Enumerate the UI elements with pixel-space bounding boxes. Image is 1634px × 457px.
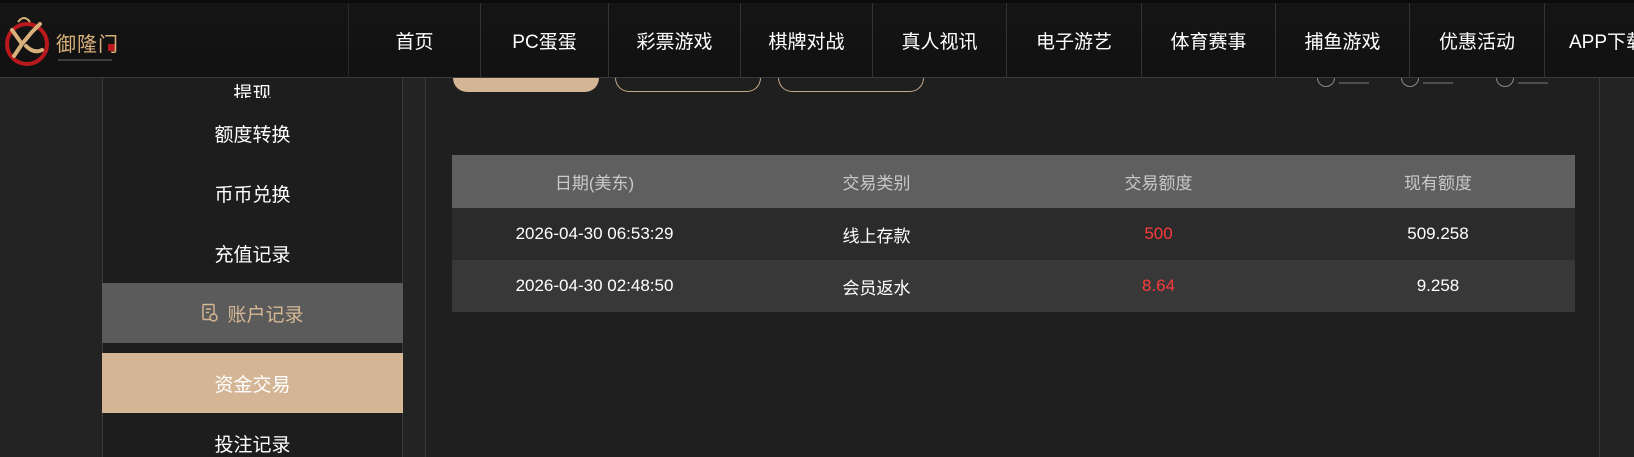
date-range-radio-3[interactable] xyxy=(1496,78,1514,88)
cell-balance: 509.258 xyxy=(1407,224,1469,243)
cell-amount: 500 xyxy=(1144,224,1173,243)
logo-text: 御隆门 xyxy=(56,32,119,56)
nav-item-lottery[interactable]: 彩票游戏 xyxy=(608,3,740,78)
nav-item-home[interactable]: 首页 xyxy=(348,3,480,78)
top-header: 御隆门 首页 PC蛋蛋 彩票游戏 棋牌对战 真人视讯 电子游艺 体育赛事 捕鱼游… xyxy=(0,0,1634,78)
column-header-type: 交易类别 xyxy=(842,174,911,193)
sidebar-item-coin-exchange[interactable]: 币币兑换 xyxy=(102,163,403,223)
sidebar-item-recharge-records[interactable]: 充值记录 xyxy=(102,223,403,283)
page: 御隆门 首页 PC蛋蛋 彩票游戏 棋牌对战 真人视讯 电子游艺 体育赛事 捕鱼游… xyxy=(0,0,1634,457)
filter-tab-2[interactable] xyxy=(615,78,761,92)
nav-item-pc-eggs[interactable]: PC蛋蛋 xyxy=(480,3,608,78)
cell-amount: 8.64 xyxy=(1141,276,1176,295)
record-icon xyxy=(202,303,219,322)
cell-type: 会员返水 xyxy=(842,278,911,298)
date-range-label-2 xyxy=(1423,78,1453,84)
site-logo[interactable]: 御隆门 xyxy=(0,10,125,68)
sidebar-item-label: 充值记录 xyxy=(214,244,291,266)
nav-item-electronic[interactable]: 电子游艺 xyxy=(1006,3,1141,78)
sidebar-item-bet-records[interactable]: 投注记录 xyxy=(102,413,403,457)
table-header: 日期(美东) 交易类别 交易额度 现有额度 xyxy=(452,155,1575,208)
sidebar-item-label: 提现 xyxy=(233,84,272,98)
cell-date: 2026-04-30 02:48:50 xyxy=(515,276,674,295)
sidebar-item-label: 投注记录 xyxy=(214,434,291,456)
nav-item-fishing[interactable]: 捕鱼游戏 xyxy=(1275,3,1409,78)
cell-balance: 9.258 xyxy=(1416,276,1460,295)
date-range-radio-1[interactable] xyxy=(1317,78,1335,88)
filter-tab-3[interactable] xyxy=(778,78,924,92)
table-row: 2026-04-30 06:53:29 线上存款 500 509.258 xyxy=(452,208,1575,260)
main-nav: 首页 PC蛋蛋 彩票游戏 棋牌对战 真人视讯 电子游艺 体育赛事 捕鱼游戏 优惠… xyxy=(348,3,1634,78)
cell-type: 线上存款 xyxy=(842,226,911,246)
sidebar-item-label: 币币兑换 xyxy=(214,184,291,206)
cell-date: 2026-04-30 06:53:29 xyxy=(515,224,674,243)
filter-tab-all[interactable] xyxy=(453,78,599,92)
column-header-balance: 现有额度 xyxy=(1404,174,1472,193)
sidebar-item-withdraw[interactable]: 提现 xyxy=(102,78,403,98)
sidebar-group-label: 账户记录 xyxy=(227,304,304,326)
nav-item-chess[interactable]: 棋牌对战 xyxy=(740,3,872,78)
nav-item-live-video[interactable]: 真人视讯 xyxy=(872,3,1006,78)
column-header-date: 日期(美东) xyxy=(554,174,635,193)
column-header-amount: 交易额度 xyxy=(1124,174,1193,193)
date-range-label-3 xyxy=(1518,78,1548,84)
sidebar-item-credit-transfer[interactable]: 额度转换 xyxy=(102,103,403,163)
sidebar-item-label: 额度转换 xyxy=(214,124,291,146)
table-row: 2026-04-30 02:48:50 会员返水 8.64 9.258 xyxy=(452,260,1575,312)
nav-item-sports[interactable]: 体育赛事 xyxy=(1141,3,1275,78)
sidebar-item-fund-transactions[interactable]: 资金交易 xyxy=(102,353,403,413)
sidebar-group-account-records[interactable]: 账户记录 xyxy=(102,283,403,343)
date-range-radio-2[interactable] xyxy=(1401,78,1419,88)
sidebar-item-label: 资金交易 xyxy=(214,374,291,396)
nav-item-promotions[interactable]: 优惠活动 xyxy=(1409,3,1544,78)
transactions-table: 日期(美东) 交易类别 交易额度 现有额度 2026-04-30 06:53:2… xyxy=(452,155,1575,312)
nav-item-app-download[interactable]: APP下载 xyxy=(1544,3,1634,78)
date-range-label-1 xyxy=(1339,78,1369,84)
